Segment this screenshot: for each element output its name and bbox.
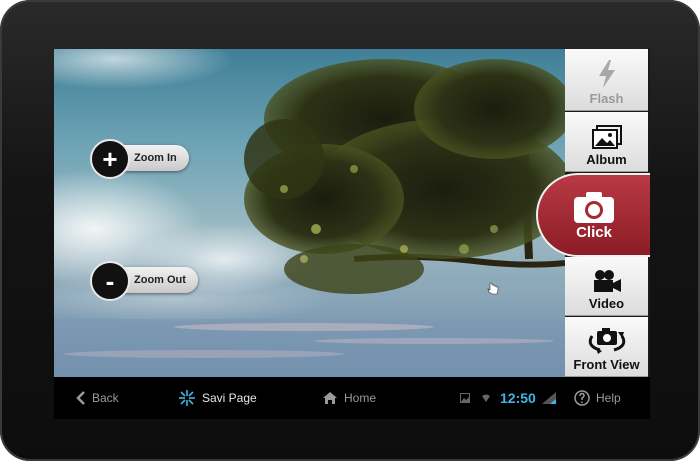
flash-icon [598, 60, 615, 88]
pointer-hand-icon [487, 282, 499, 295]
zoom-in-button[interactable]: + Zoom In [90, 139, 189, 179]
zoom-out-label: Zoom Out [134, 274, 186, 286]
zoom-out-icon: - [90, 261, 130, 301]
viewfinder-scene [54, 49, 565, 377]
video-label: Video [588, 296, 625, 311]
savi-page-button[interactable]: Savi Page [178, 377, 257, 419]
camera-icon [574, 191, 614, 223]
tablet-screen: + Zoom In - Zoom Out Flash Album Video F… [54, 49, 650, 419]
image-status-icon [460, 393, 470, 403]
album-label: Album [586, 152, 627, 167]
video-button[interactable]: Video [565, 257, 648, 316]
zoom-in-label: Zoom In [134, 152, 177, 164]
home-label: Home [344, 391, 377, 405]
album-button[interactable]: Album [565, 112, 648, 172]
switch-camera-icon [588, 328, 625, 354]
front-view-label: Front View [573, 357, 640, 372]
flash-button[interactable]: Flash [565, 49, 648, 111]
wifi-icon [482, 394, 490, 402]
savi-logo-icon [179, 390, 195, 406]
battery-icon [542, 392, 556, 404]
album-icon [591, 125, 622, 149]
help-button[interactable]: Help [574, 377, 621, 419]
help-icon [574, 390, 590, 406]
zoom-out-button[interactable]: - Zoom Out [90, 261, 198, 301]
help-label: Help [596, 391, 621, 405]
click-capture-button[interactable]: Click [536, 173, 650, 257]
status-clock: 12:50 [500, 390, 536, 406]
flash-label: Flash [589, 91, 624, 106]
home-button[interactable]: Home [322, 377, 376, 419]
front-view-button[interactable]: Front View [565, 317, 648, 377]
camera-viewfinder[interactable]: + Zoom In - Zoom Out [54, 49, 565, 377]
home-icon [323, 392, 337, 404]
video-camera-icon [593, 270, 621, 292]
back-chevron-icon [76, 391, 85, 405]
savi-page-label: Savi Page [202, 391, 257, 405]
zoom-in-icon: + [90, 139, 130, 179]
click-label: Click [576, 223, 612, 241]
bottom-nav-bar: Back Savi Page Home 12:50 Help [54, 377, 650, 419]
back-button[interactable]: Back [76, 377, 119, 419]
back-label: Back [92, 391, 119, 405]
